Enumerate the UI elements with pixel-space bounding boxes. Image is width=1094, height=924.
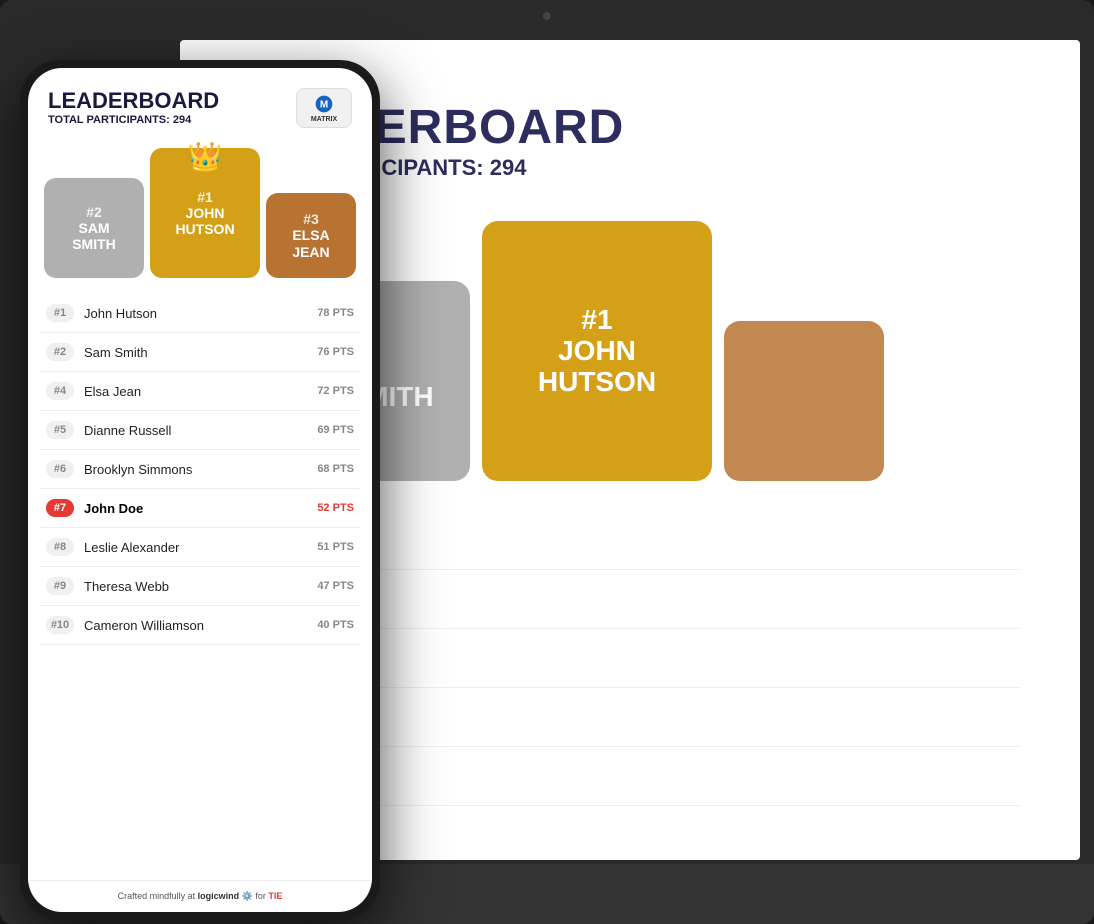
matrix-logo: M MATRIX [296,88,352,128]
phone-rank-badge: #8 [46,538,74,556]
phone-list-name: Sam Smith [84,345,317,360]
phone-list-item: #5 Dianne Russell69 PTS [40,411,360,450]
phone-list-item: #7 John Doe52 PTS [40,489,360,528]
phone-podium-rank2: #2 SAMSMITH [44,178,144,278]
phone-screen: LEADERBOARD TOTAL PARTICIPANTS: 294 M MA… [28,68,372,912]
phone-rank2-name: SAMSMITH [68,220,120,252]
phone-list-name: Elsa Jean [84,384,317,399]
phone-list-item: #9 Theresa Webb47 PTS [40,567,360,606]
svg-text:M: M [320,99,328,110]
footer-icon: ⚙️ [242,891,253,901]
phone-list-pts: 51 PTS [317,541,354,553]
phone-leaderboard-list: #1 John Hutson78 PTS #2 Sam Smith76 PTS #4 El… [28,286,372,880]
phone-list-name: John Hutson [84,306,317,321]
phone-rank-badge: #1 [46,304,74,322]
phone-rank3-name: ELSAJEAN [288,227,333,259]
phone-list-pts: 47 PTS [317,580,354,592]
phone-list-item: #2 Sam Smith76 PTS [40,333,360,372]
phone-mockup: LEADERBOARD TOTAL PARTICIPANTS: 294 M MA… [20,60,380,920]
phone-podium: #2 SAMSMITH 👑 #1 JOHNHUTSON #3 ELSAJEAN [28,138,372,278]
phone-list-item: #10 Cameron Williamson40 PTS [40,606,360,645]
phone-list-pts: 40 PTS [317,619,354,631]
phone-rank-badge: #10 [46,616,74,634]
phone-title-group: LEADERBOARD TOTAL PARTICIPANTS: 294 [48,88,219,126]
phone-rank-badge: #4 [46,382,74,400]
phone-list-pts: 78 PTS [317,307,354,319]
phone-list-item: #4 Elsa Jean72 PTS [40,372,360,411]
phone-participants: TOTAL PARTICIPANTS: 294 [48,114,219,126]
phone-footer: Crafted mindfully at logicwind ⚙️ for TI… [28,880,372,912]
phone-list-name: Dianne Russell [84,423,317,438]
phone-list-name: Brooklyn Simmons [84,462,317,477]
crown-emoji: 👑 [188,140,223,173]
phone-list-item: #8 Leslie Alexander51 PTS [40,528,360,567]
footer-text: Crafted mindfully at [118,891,198,901]
footer-brand: logicwind [198,891,240,901]
desktop-rank1-name: JOHNHUTSON [528,336,666,398]
footer-for: for [255,891,268,901]
phone-header: LEADERBOARD TOTAL PARTICIPANTS: 294 M MA… [28,68,372,138]
phone-rank1-label: #1 [197,189,213,205]
desktop-podium-rank3 [724,321,884,481]
phone-list-item: #1 John Hutson78 PTS [40,294,360,333]
phone-rank-badge: #6 [46,460,74,478]
footer-tie: TIE [268,891,282,901]
phone-podium-rank3: #3 ELSAJEAN [266,193,356,278]
phone-list-pts: 69 PTS [317,424,354,436]
phone-rank-badge: #2 [46,343,74,361]
phone-list-name: John Doe [84,501,317,516]
phone-list-pts: 52 PTS [317,502,354,514]
laptop-camera [543,12,551,20]
phone-rank2-label: #2 [86,204,102,220]
matrix-text: MATRIX [311,116,337,123]
phone-rank3-label: #3 [303,211,319,227]
phone-rank-badge: #7 [46,499,74,517]
phone-list-name: Leslie Alexander [84,540,317,555]
phone-rank-badge: #9 [46,577,74,595]
matrix-icon: M [314,94,334,114]
phone-list-item: #6 Brooklyn Simmons68 PTS [40,450,360,489]
phone-list-name: Theresa Webb [84,579,317,594]
phone-rank1-name: JOHNHUTSON [171,205,238,237]
desktop-podium-rank1: #1 JOHNHUTSON [482,221,712,481]
phone-list-pts: 68 PTS [317,463,354,475]
phone-podium-rank1: 👑 #1 JOHNHUTSON [150,148,260,278]
phone-list-name: Cameron Williamson [84,618,317,633]
phone-list-pts: 76 PTS [317,346,354,358]
phone-leaderboard-title: LEADERBOARD [48,88,219,114]
phone-rank-badge: #5 [46,421,74,439]
phone-list-pts: 72 PTS [317,385,354,397]
desktop-rank1-label: #1 [581,304,612,336]
